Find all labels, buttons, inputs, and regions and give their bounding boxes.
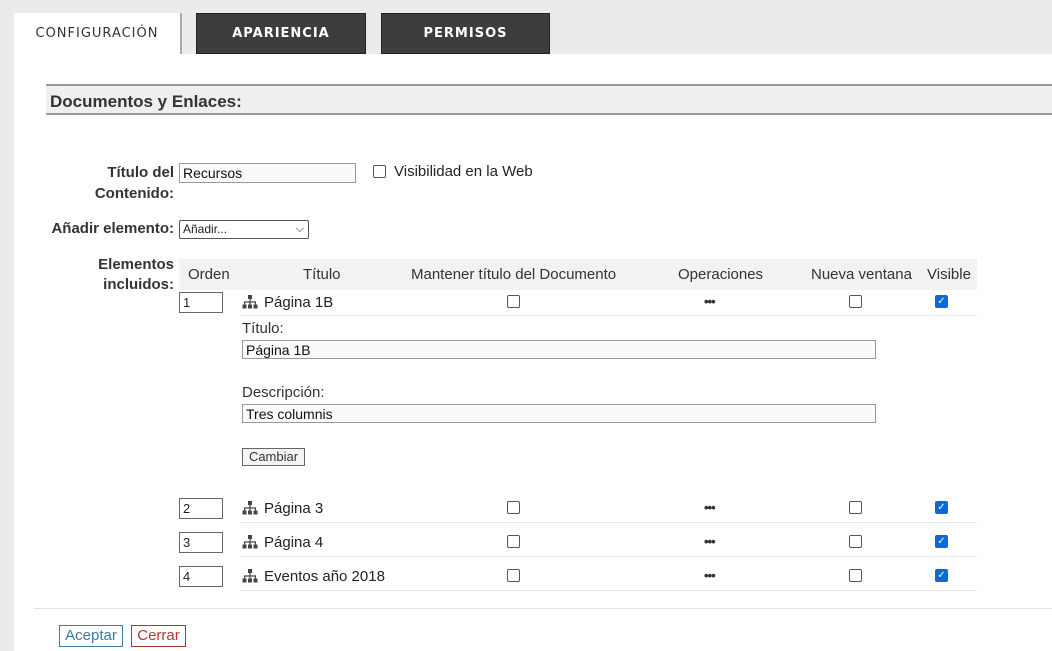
operations-menu-icon[interactable]: ••• bbox=[704, 294, 716, 309]
footer-divider bbox=[34, 608, 1052, 609]
editor-description-input[interactable]: Tres columnis bbox=[242, 404, 876, 423]
left-gutter bbox=[0, 54, 14, 651]
header-titulo: Título bbox=[303, 266, 341, 283]
new-window-checkbox[interactable] bbox=[849, 569, 862, 582]
sitemap-icon bbox=[242, 295, 258, 309]
content-title-label-line1: Título del bbox=[107, 164, 174, 181]
visible-checkbox[interactable]: ✓ bbox=[935, 569, 948, 582]
order-input[interactable]: 2 bbox=[179, 498, 223, 519]
row-divider bbox=[240, 590, 977, 591]
header-keep-title: Mantener título del Documento bbox=[411, 266, 617, 283]
order-input[interactable]: 3 bbox=[179, 532, 223, 553]
editor-title-label: Título: bbox=[242, 320, 284, 337]
keep-title-checkbox[interactable] bbox=[507, 569, 520, 582]
visible-checkbox[interactable]: ✓ bbox=[935, 535, 948, 548]
row-title[interactable]: Página 1B bbox=[264, 294, 333, 311]
order-input[interactable]: 1 bbox=[179, 292, 223, 313]
tab-apariencia[interactable]: APARIENCIA bbox=[196, 13, 366, 54]
operations-menu-icon[interactable]: ••• bbox=[704, 568, 716, 583]
header-visible: Visible bbox=[927, 266, 971, 283]
included-elements-label: Elementos incluidos: bbox=[60, 255, 174, 295]
row-divider bbox=[240, 522, 977, 523]
row-divider bbox=[240, 556, 977, 557]
new-window-checkbox[interactable] bbox=[849, 535, 862, 548]
visible-checkbox[interactable]: ✓ bbox=[935, 295, 948, 308]
keep-title-checkbox[interactable] bbox=[507, 535, 520, 548]
add-element-label: Añadir elemento: bbox=[51, 220, 174, 237]
visible-checkbox[interactable]: ✓ bbox=[935, 501, 948, 514]
tab-permisos[interactable]: PERMISOS bbox=[381, 13, 550, 54]
row-title[interactable]: Página 4 bbox=[264, 534, 323, 551]
row-divider bbox=[240, 315, 977, 316]
tab-configuracion[interactable]: CONFIGURACIÓN bbox=[14, 13, 182, 54]
row-title[interactable]: Página 3 bbox=[264, 500, 323, 517]
order-input[interactable]: 4 bbox=[179, 566, 223, 587]
add-element-selected: Añadir... bbox=[183, 222, 228, 236]
content-title-label: Título del Contenido: bbox=[60, 162, 174, 204]
sitemap-icon bbox=[242, 535, 258, 549]
change-button[interactable]: Cambiar bbox=[242, 448, 305, 466]
included-elements-label-line2: incluidos: bbox=[103, 276, 174, 293]
new-window-checkbox[interactable] bbox=[849, 501, 862, 514]
header-operaciones: Operaciones bbox=[678, 266, 764, 283]
header-nueva-ventana: Nueva ventana bbox=[811, 266, 912, 283]
web-visibility-label: Visibilidad en la Web bbox=[394, 163, 533, 180]
content-title-label-line2: Contenido: bbox=[94, 185, 174, 202]
editor-description-label: Descripción: bbox=[242, 384, 325, 401]
operations-menu-icon[interactable]: ••• bbox=[704, 534, 716, 549]
section-title: Documentos y Enlaces: bbox=[46, 84, 1052, 115]
editor-title-input[interactable]: Página 1B bbox=[242, 340, 876, 359]
operations-menu-icon[interactable]: ••• bbox=[704, 500, 716, 515]
content-title-input[interactable]: Recursos bbox=[179, 163, 356, 183]
included-elements-label-line1: Elementos bbox=[98, 256, 174, 273]
table-header: Orden Título Mantener título del Documen… bbox=[179, 259, 977, 290]
header-orden: Orden bbox=[188, 266, 230, 283]
accept-button[interactable]: Aceptar bbox=[59, 625, 123, 647]
close-button[interactable]: Cerrar bbox=[131, 625, 186, 647]
keep-title-checkbox[interactable] bbox=[507, 501, 520, 514]
sitemap-icon bbox=[242, 569, 258, 583]
sitemap-icon bbox=[242, 501, 258, 515]
keep-title-checkbox[interactable] bbox=[507, 295, 520, 308]
row-title[interactable]: Eventos año 2018 bbox=[264, 568, 385, 585]
chevron-down-icon: ⌵ bbox=[295, 223, 304, 235]
web-visibility-checkbox[interactable] bbox=[373, 165, 386, 178]
new-window-checkbox[interactable] bbox=[849, 295, 862, 308]
add-element-select[interactable]: Añadir... ⌵ bbox=[179, 220, 309, 239]
